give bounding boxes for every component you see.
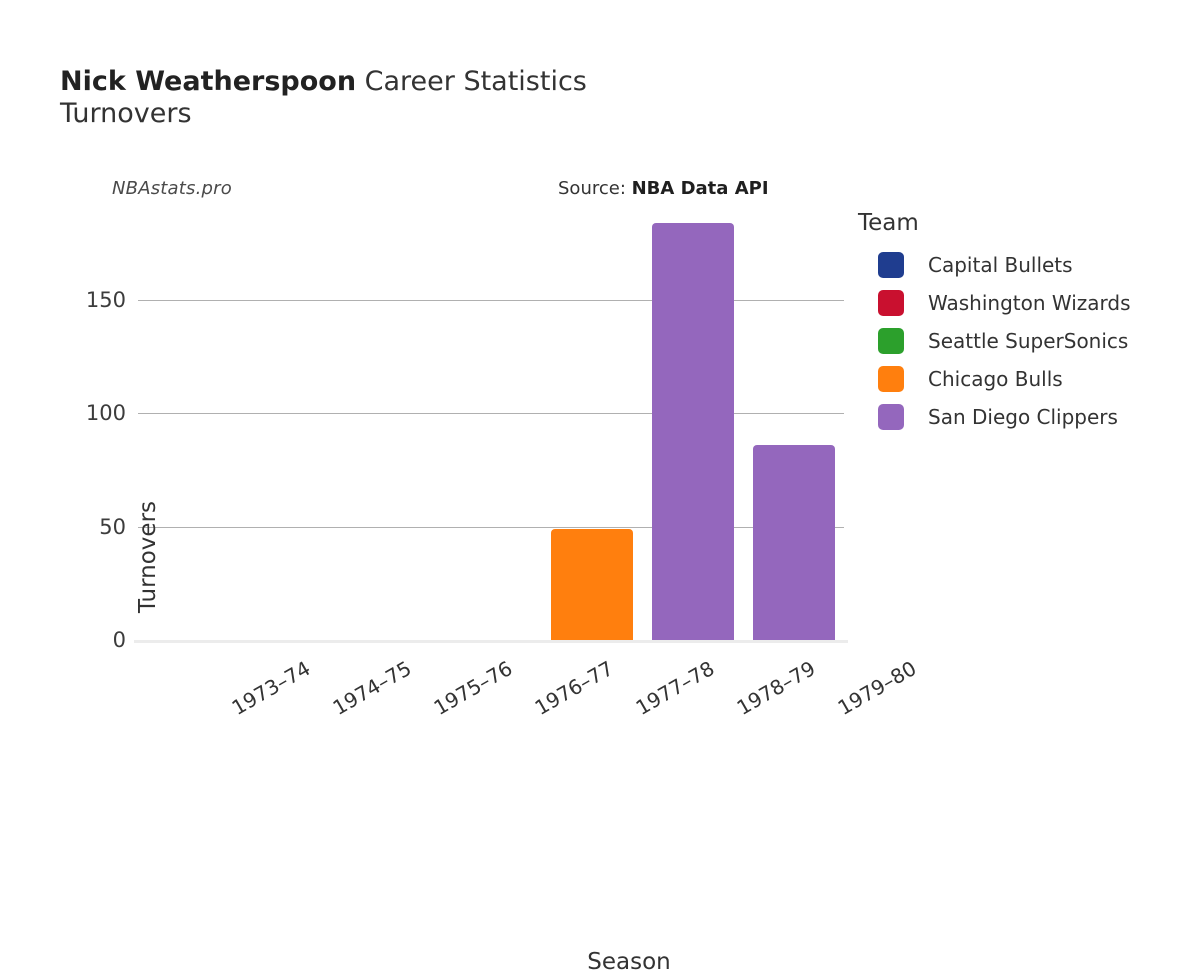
title-suffix: Career Statistics xyxy=(356,66,587,97)
gridline xyxy=(138,300,844,302)
legend-item[interactable]: Capital Bullets xyxy=(856,246,1196,284)
x-axis-tick-label: 1979–80 xyxy=(833,656,920,720)
legend-item[interactable]: San Diego Clippers xyxy=(856,398,1196,436)
y-axis-title: Turnovers xyxy=(135,500,161,614)
legend-swatch-icon xyxy=(878,328,904,354)
legend: Team Capital Bullets Washington Wizards Se… xyxy=(856,210,1196,436)
watermark: NBAstats.pro xyxy=(112,178,232,199)
legend-item[interactable]: Washington Wizards xyxy=(856,284,1196,322)
x-axis-tick-label: 1976–77 xyxy=(530,656,618,720)
gridline xyxy=(138,526,844,528)
x-axis-tick-label: 1975–76 xyxy=(429,656,517,720)
bar[interactable] xyxy=(752,445,835,640)
legend-swatch-icon xyxy=(878,252,904,278)
y-axis-tick-label: 0 xyxy=(112,628,126,652)
x-axis-tick-label: 1974–75 xyxy=(328,656,416,720)
plot-area: 0 50 100 150 1973–74 1974–75 1975–76 1976–77 19… xyxy=(86,214,920,975)
y-axis-tick-label: 150 xyxy=(85,288,126,313)
title-block: Nick Weatherspoon Career Statistics Turn… xyxy=(60,66,880,130)
axis-baseline xyxy=(134,640,848,643)
legend-item[interactable]: Seattle SuperSonics xyxy=(856,322,1196,360)
legend-item-label: Capital Bullets xyxy=(928,253,1073,277)
legend-item-label: Seattle SuperSonics xyxy=(928,329,1129,353)
player-name: Nick Weatherspoon xyxy=(60,66,357,97)
legend-item-label: Chicago Bulls xyxy=(928,367,1063,391)
chart-title-line-1: Nick Weatherspoon Career Statistics xyxy=(60,66,880,97)
chart-title-metric: Turnovers xyxy=(60,98,192,129)
x-axis-tick-label: 1973–74 xyxy=(227,656,315,720)
x-axis-tick-label: 1978–79 xyxy=(732,656,820,720)
y-axis-tick-label: 100 xyxy=(85,401,126,426)
legend-item-label: San Diego Clippers xyxy=(928,405,1118,429)
source-note: Source: NBA Data API xyxy=(558,178,769,199)
source-name: NBA Data API xyxy=(631,178,769,199)
legend-item-label: Washington Wizards xyxy=(928,291,1131,315)
bar[interactable] xyxy=(651,223,734,640)
bar[interactable] xyxy=(550,528,633,640)
y-axis-tick-label: 50 xyxy=(99,514,126,539)
legend-title: Team xyxy=(858,210,919,236)
x-axis-tick-label: 1977–78 xyxy=(631,656,719,720)
legend-item[interactable]: Chicago Bulls xyxy=(856,360,1196,398)
gridline xyxy=(138,413,844,415)
legend-items: Capital Bullets Washington Wizards Seattle… xyxy=(856,246,1196,436)
legend-swatch-icon xyxy=(878,290,904,316)
legend-swatch-icon xyxy=(878,404,904,430)
x-axis-title: Season xyxy=(587,949,671,975)
legend-swatch-icon xyxy=(878,366,904,392)
source-prefix: Source: xyxy=(558,178,632,199)
